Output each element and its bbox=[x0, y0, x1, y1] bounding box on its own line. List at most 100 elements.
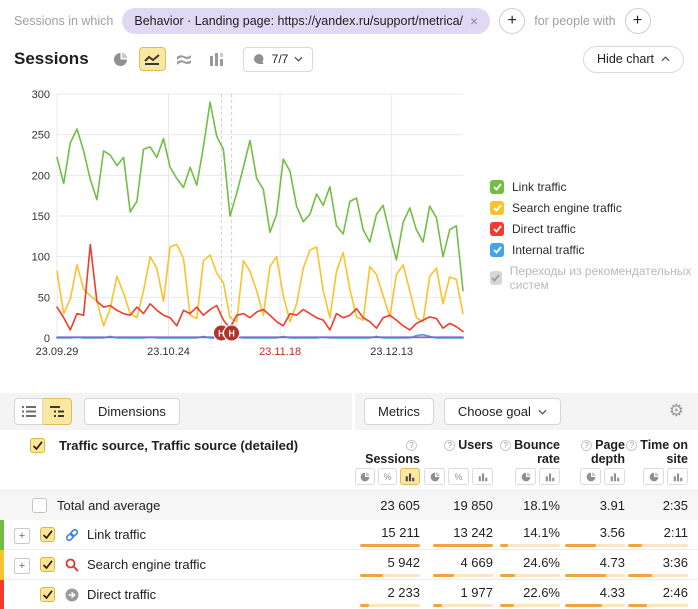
bar-chart-icon[interactable] bbox=[667, 468, 688, 485]
legend-item-internal-traffic[interactable]: Internal traffic bbox=[490, 243, 698, 257]
choose-goal-button[interactable]: Choose goal bbox=[444, 398, 561, 425]
pie-chart-icon[interactable] bbox=[515, 468, 536, 485]
add-people-filter-button[interactable]: + bbox=[625, 8, 651, 34]
pie-chart-type-button[interactable] bbox=[107, 47, 134, 71]
svg-text:150: 150 bbox=[32, 211, 50, 223]
svg-text:23.09.29: 23.09.29 bbox=[36, 346, 79, 358]
svg-text:250: 250 bbox=[32, 130, 50, 142]
column-display-toggles: % % bbox=[0, 463, 698, 491]
bar-chart-icon[interactable] bbox=[539, 468, 560, 485]
hide-chart-label: Hide chart bbox=[597, 52, 654, 66]
value-bar bbox=[628, 574, 688, 577]
checkbox-unchecked-icon[interactable] bbox=[32, 498, 47, 513]
line-chart-type-button[interactable] bbox=[139, 47, 166, 71]
link-icon bbox=[64, 527, 79, 542]
add-segment-button[interactable]: + bbox=[499, 8, 525, 34]
dimension-header: Traffic source, Traffic source (detailed… bbox=[59, 438, 298, 453]
percent-icon[interactable]: % bbox=[448, 468, 469, 485]
close-icon[interactable]: × bbox=[470, 16, 478, 26]
choose-goal-label: Choose goal bbox=[458, 404, 531, 419]
checkbox-checked-icon[interactable] bbox=[490, 222, 504, 236]
legend-item-direct-traffic[interactable]: Direct traffic bbox=[490, 222, 698, 236]
checkbox-checked-icon[interactable] bbox=[40, 557, 55, 572]
dimensions-label: Dimensions bbox=[98, 404, 166, 419]
row-color-strip bbox=[0, 520, 4, 550]
legend-label: Direct traffic bbox=[512, 222, 576, 236]
bar-chart-icon[interactable] bbox=[472, 468, 493, 485]
svg-text:Н: Н bbox=[228, 329, 235, 339]
chevron-up-icon bbox=[661, 56, 670, 62]
metrics-label: Metrics bbox=[378, 404, 420, 419]
stacked-chart-type-button[interactable] bbox=[171, 47, 198, 71]
annotations-dropdown[interactable]: 7/7 bbox=[243, 47, 314, 72]
chevron-down-icon bbox=[538, 409, 547, 415]
value-bar bbox=[360, 544, 420, 547]
hide-chart-button[interactable]: Hide chart bbox=[583, 46, 684, 73]
total-sessions: 23 605 bbox=[355, 498, 420, 513]
view-mode-switcher bbox=[14, 398, 72, 425]
checkbox-checked-icon[interactable] bbox=[40, 527, 55, 542]
value-bar bbox=[500, 574, 560, 577]
expand-row-button[interactable]: + bbox=[14, 558, 30, 574]
sessions-in-which-label: Sessions in which bbox=[14, 14, 113, 28]
sessions-chart[interactable]: 05010015020025030023.09.2923.10.2423.11.… bbox=[14, 86, 474, 373]
metrics-button[interactable]: Metrics bbox=[364, 398, 434, 425]
value-bar bbox=[565, 604, 625, 607]
help-icon[interactable]: ? bbox=[581, 440, 592, 451]
total-row: Total and average 23 605 19 850 18.1% 3.… bbox=[0, 491, 698, 520]
legend-label: Search engine traffic bbox=[512, 201, 622, 215]
segmentation-bar: Sessions in which Behavior · Landing pag… bbox=[14, 6, 688, 36]
direct-arrow-icon bbox=[64, 587, 79, 602]
svg-text:50: 50 bbox=[38, 292, 50, 304]
column-chart-type-button[interactable] bbox=[203, 47, 230, 71]
chevron-down-icon bbox=[294, 56, 303, 62]
checkbox-checked-icon[interactable] bbox=[490, 201, 504, 215]
dimensions-button[interactable]: Dimensions bbox=[84, 398, 180, 425]
total-users: 19 850 bbox=[420, 498, 493, 513]
total-page-depth: 3.91 bbox=[560, 498, 625, 513]
bar-chart-icon[interactable] bbox=[400, 468, 420, 485]
flat-list-icon bbox=[22, 406, 36, 417]
pie-chart-icon[interactable] bbox=[580, 468, 601, 485]
legend-item-search-traffic[interactable]: Search engine traffic bbox=[490, 201, 698, 215]
column-chart-icon bbox=[209, 52, 224, 66]
segment-chip-label: Behavior · Landing page: https://yandex.… bbox=[134, 14, 463, 28]
value-bar bbox=[360, 604, 420, 607]
svg-text:23.12.13: 23.12.13 bbox=[370, 346, 413, 358]
line-chart[interactable]: 05010015020025030023.09.2923.10.2423.11.… bbox=[14, 86, 474, 368]
checkbox-checked-icon[interactable] bbox=[490, 180, 504, 194]
value-bar bbox=[565, 574, 625, 577]
help-icon[interactable]: ? bbox=[626, 440, 637, 451]
total-bounce-rate: 18.1% bbox=[493, 498, 560, 513]
expand-row-button[interactable]: + bbox=[14, 528, 30, 544]
bar-chart-icon[interactable] bbox=[604, 468, 625, 485]
row-label[interactable]: Search engine traffic bbox=[87, 557, 206, 572]
segment-chip[interactable]: Behavior · Landing page: https://yandex.… bbox=[122, 8, 490, 34]
legend-item-link-traffic[interactable]: Link traffic bbox=[490, 180, 698, 194]
row-label[interactable]: Link traffic bbox=[87, 527, 146, 542]
pie-chart-icon[interactable] bbox=[355, 468, 375, 485]
pie-chart-icon[interactable] bbox=[424, 468, 445, 485]
line-chart-icon bbox=[144, 53, 160, 65]
value-bar bbox=[433, 604, 493, 607]
flat-list-view-button[interactable] bbox=[14, 398, 43, 425]
percent-icon[interactable]: % bbox=[378, 468, 398, 485]
help-icon[interactable]: ? bbox=[500, 440, 511, 451]
pie-chart-icon[interactable] bbox=[643, 468, 664, 485]
table-header-row: Traffic source, Traffic source (detailed… bbox=[0, 430, 698, 463]
help-icon[interactable]: ? bbox=[444, 440, 455, 451]
value-bar bbox=[433, 574, 493, 577]
help-icon[interactable]: ? bbox=[406, 440, 417, 451]
gear-icon[interactable]: ⚙ bbox=[669, 402, 684, 419]
checkbox-checked-icon[interactable] bbox=[490, 243, 504, 257]
row-color-strip bbox=[0, 550, 4, 580]
value-bar bbox=[628, 544, 688, 547]
tree-view-button[interactable] bbox=[43, 398, 72, 425]
row-label[interactable]: Direct traffic bbox=[87, 587, 156, 602]
legend-item-recommendation-systems[interactable]: Переходы из рекомендательных систем bbox=[490, 264, 698, 292]
table-toolbar: Dimensions Metrics Choose goal ⚙ bbox=[0, 393, 698, 430]
stacked-chart-icon bbox=[176, 53, 192, 66]
checkbox-checked-icon[interactable] bbox=[30, 438, 45, 453]
svg-text:200: 200 bbox=[32, 170, 50, 182]
checkbox-checked-icon[interactable] bbox=[40, 587, 55, 602]
